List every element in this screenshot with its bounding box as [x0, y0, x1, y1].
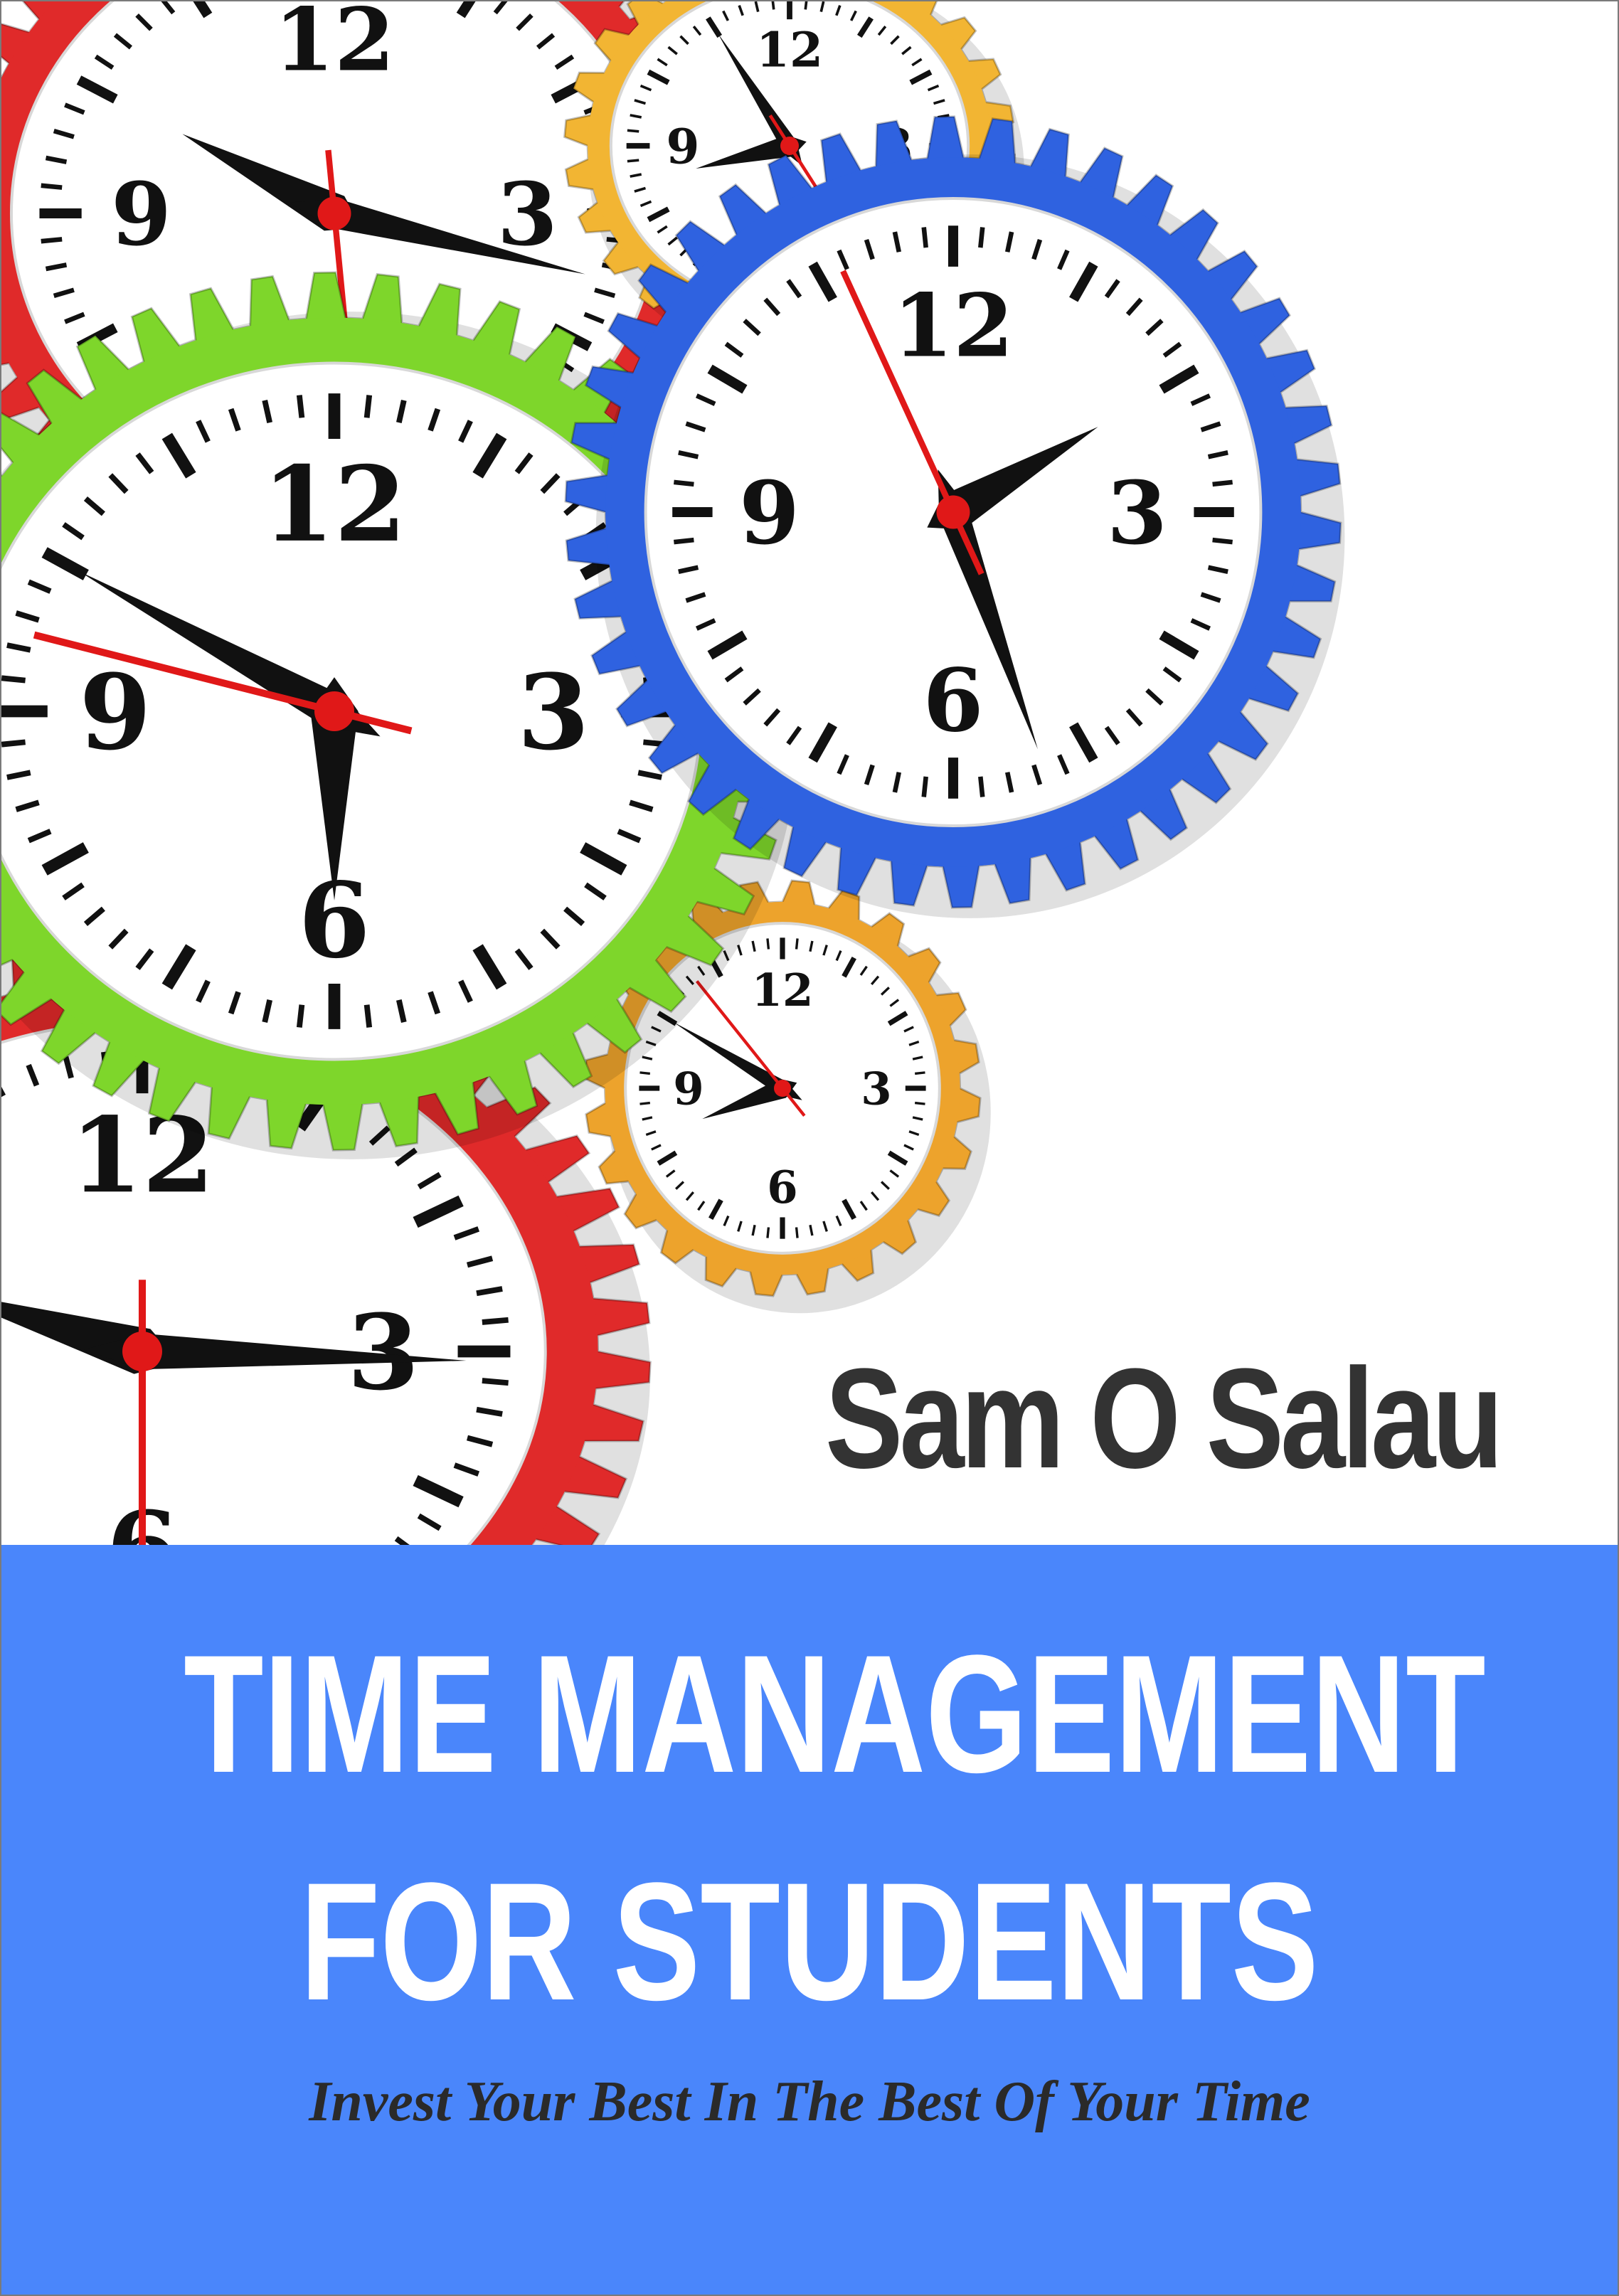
svg-text:12: 12 — [752, 964, 814, 1016]
author-name: Sam O Salau — [825, 1339, 1503, 1498]
svg-text:9: 9 — [79, 652, 151, 773]
svg-text:12: 12 — [262, 444, 407, 565]
svg-text:6: 6 — [767, 1161, 797, 1213]
clock-gear-icon: 123691236912369123691236912369 — [0, 0, 1345, 1545]
svg-text:12: 12 — [893, 274, 1014, 376]
book-tagline: Invest Your Best In The Best Of Your Tim… — [309, 2071, 1310, 2133]
clock-gears-illustration: 123691236912369123691236912369 — [0, 0, 1619, 1545]
svg-text:12: 12 — [274, 0, 395, 90]
svg-text:9: 9 — [673, 1062, 704, 1115]
svg-text:3: 3 — [517, 652, 589, 773]
book-title-line-1-text: TIME MANAGEMENT — [184, 1620, 1486, 1808]
svg-text:3: 3 — [497, 163, 558, 265]
svg-text:9: 9 — [666, 118, 699, 174]
svg-text:9: 9 — [739, 462, 800, 564]
svg-text:9: 9 — [111, 163, 171, 265]
book-cover: 123691236912369123691236912369 Sam O Sal… — [0, 0, 1619, 2296]
svg-text:3: 3 — [1107, 462, 1167, 564]
book-title-line-2-text: FOR STUDENTS — [300, 1848, 1319, 2036]
svg-text:3: 3 — [861, 1062, 891, 1115]
book-title-line-2: FOR STUDENTS — [0, 1849, 1619, 2034]
book-title-line-1: TIME MANAGEMENT — [0, 1622, 1619, 1807]
svg-text:6: 6 — [923, 649, 983, 752]
svg-text:12: 12 — [756, 21, 823, 78]
